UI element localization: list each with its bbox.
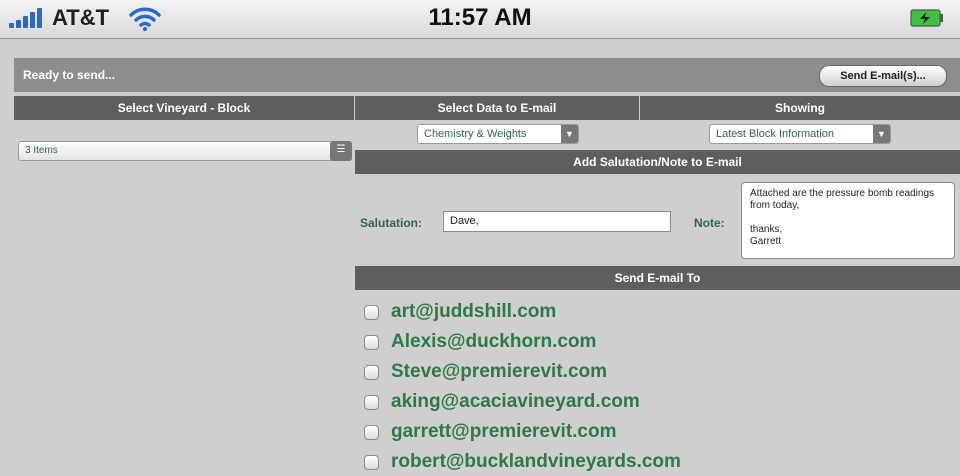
recipient-email: aking@acaciavineyard.com xyxy=(391,391,640,412)
vineyard-header: Select Vineyard - Block xyxy=(14,96,355,120)
showing-select-value: Latest Block Information xyxy=(716,128,835,140)
recipient-row[interactable]: robert@bucklandvineyards.com xyxy=(364,448,681,476)
email-compose-panel: Chemistry & Weights ▼ Latest Block Infor… xyxy=(355,120,960,475)
data-header: Select Data to E-mail xyxy=(355,96,640,120)
vineyard-block-selector[interactable]: 3 Items ☰ xyxy=(18,141,352,161)
status-message: Ready to send... xyxy=(23,68,116,82)
recipient-checkbox[interactable] xyxy=(364,454,379,470)
send-emails-button[interactable]: Send E-mail(s)... xyxy=(819,65,947,87)
status-time: 11:57 AM xyxy=(428,4,532,31)
vineyard-panel: 3 Items ☰ xyxy=(14,120,353,475)
recipient-email: robert@bucklandvineyards.com xyxy=(391,451,681,472)
recipient-row[interactable]: Alexis@duckhorn.com xyxy=(364,328,596,356)
toolbar: Ready to send... Send E-mail(s)... xyxy=(14,58,960,92)
recipient-checkbox[interactable] xyxy=(364,334,379,350)
showing-header: Showing xyxy=(640,96,960,120)
recipient-email: Steve@premierevit.com xyxy=(391,361,608,382)
recipient-row[interactable]: garrett@premierevit.com xyxy=(364,418,617,446)
recipient-row[interactable]: Steve@premierevit.com xyxy=(364,358,607,386)
chevron-down-icon: ▼ xyxy=(873,125,890,143)
recipient-row[interactable]: art@juddshill.com xyxy=(364,298,556,326)
showing-select-dropdown[interactable]: Latest Block Information ▼ xyxy=(709,124,891,144)
data-select-value: Chemistry & Weights xyxy=(424,128,527,140)
recipient-checkbox[interactable] xyxy=(364,394,379,410)
recipient-checkbox[interactable] xyxy=(364,304,379,320)
recipient-email: Alexis@duckhorn.com xyxy=(391,331,597,352)
vineyard-selection-label: 3 Items xyxy=(25,145,58,156)
salutation-input[interactable]: Dave, xyxy=(443,211,671,232)
send-to-header: Send E-mail To xyxy=(355,266,960,290)
recipient-row[interactable]: aking@acaciavineyard.com xyxy=(364,388,640,416)
app-content: Ready to send... Send E-mail(s)... Selec… xyxy=(14,58,960,475)
list-expand-icon[interactable]: ☰ xyxy=(330,141,352,161)
battery-charging-icon xyxy=(910,9,943,27)
recipient-email: garrett@premierevit.com xyxy=(391,421,617,442)
chevron-down-icon: ▼ xyxy=(561,125,578,143)
recipient-email: art@juddshill.com xyxy=(391,301,557,322)
status-bar: AT&T 11:57 AM xyxy=(0,0,960,39)
note-label: Note: xyxy=(694,216,725,230)
salutation-label: Salutation: xyxy=(360,216,422,230)
recipient-checkbox[interactable] xyxy=(364,364,379,380)
recipient-checkbox[interactable] xyxy=(364,424,379,440)
data-select-dropdown[interactable]: Chemistry & Weights ▼ xyxy=(417,124,579,144)
note-textarea[interactable]: Attached are the pressure bomb readings … xyxy=(741,182,955,259)
salutation-section-header: Add Salutation/Note to E-mail xyxy=(355,150,960,174)
